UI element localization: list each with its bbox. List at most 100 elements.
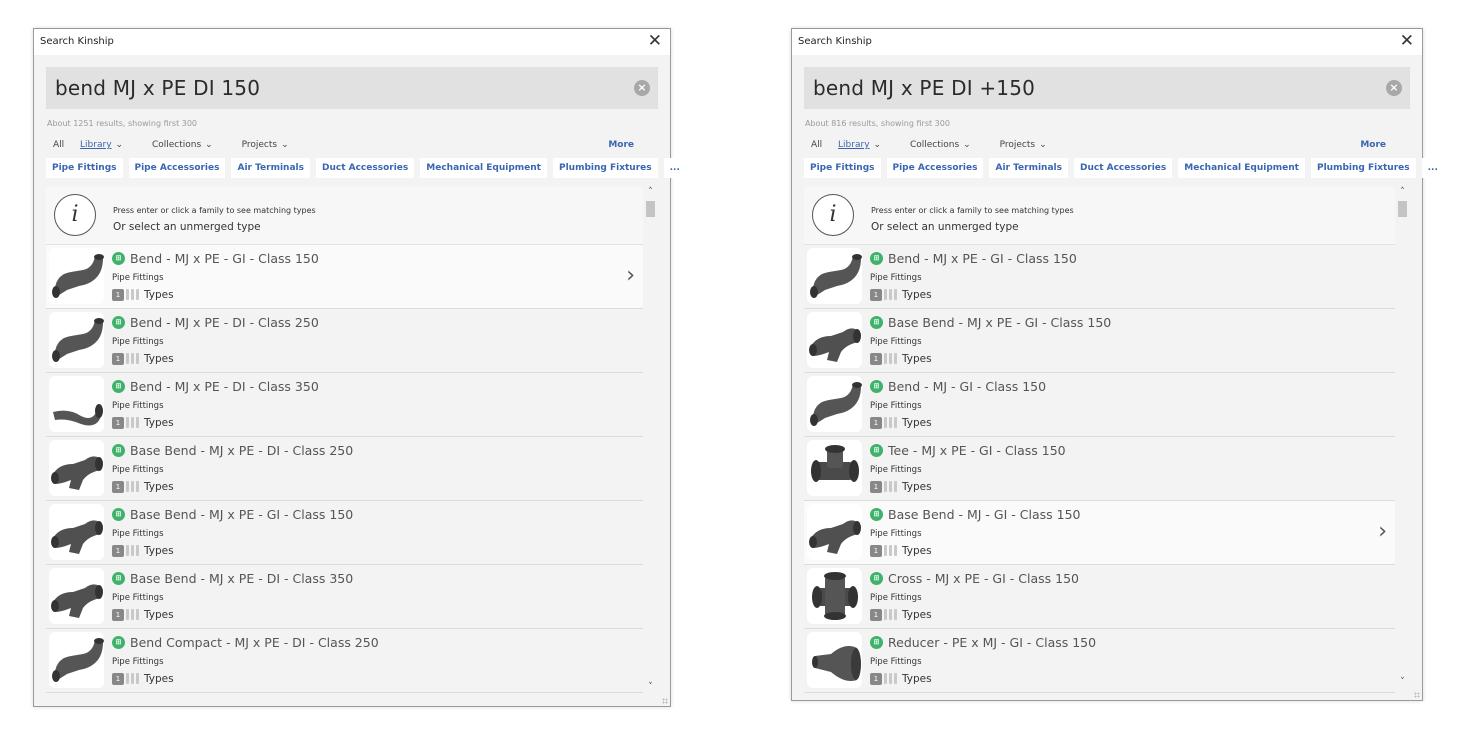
family-name: Base Bend - MJ x PE - GI - Class 150	[130, 507, 354, 522]
result-row[interactable]: ⊞ Base Bend - MJ x PE - GI - Class 150 Pip…	[46, 501, 643, 565]
clear-search-icon[interactable]: ×	[634, 80, 650, 96]
search-input[interactable]: bend MJ x PE DI 150 ×	[46, 67, 658, 109]
scroll-down-icon[interactable]: ˅	[1396, 677, 1409, 687]
category-chip[interactable]: Air Terminals	[989, 158, 1068, 178]
type-count: 1	[870, 288, 882, 301]
type-bar	[126, 289, 129, 300]
library-icon: ⊞	[112, 444, 125, 457]
result-row[interactable]: ⊞ Bend - MJ - GI - Class 150 Pipe Fittings…	[804, 373, 1395, 437]
types-label: Types	[144, 608, 174, 621]
category-chip[interactable]: Pipe Accessories	[128, 158, 226, 178]
result-row[interactable]: ⊞ Base Bend - MJ - GI - Class 150 Pipe Fit…	[804, 501, 1395, 565]
more-link[interactable]: More	[1360, 140, 1386, 150]
family-category: Pipe Fittings	[870, 465, 922, 475]
filter-bar: All Library ⌄ Collections ⌄ Projects ⌄	[53, 140, 315, 150]
filter-library[interactable]: Library ⌄	[838, 140, 894, 150]
title-bar[interactable]: Search Kinship ✕	[34, 29, 670, 55]
chevron-down-icon: ⌄	[1039, 140, 1047, 150]
results-summary: About 1251 results, showing first 300	[47, 119, 198, 128]
filter-all[interactable]: All	[811, 140, 822, 150]
scroll-up-icon[interactable]: ˄	[644, 187, 657, 197]
type-count: 1	[870, 608, 882, 621]
category-chip[interactable]: Duct Accessories	[315, 158, 415, 178]
family-name: Base Bend - MJ x PE - GI - Class 150	[888, 315, 1112, 330]
category-chips: Pipe Fittings Pipe Accessories Air Termina…	[804, 158, 1444, 178]
category-chip[interactable]: Duct Accessories	[1073, 158, 1173, 178]
result-row[interactable]: ⊞ Base Bend - MJ x PE - DI - Class 250 Pip…	[46, 437, 643, 501]
family-thumbnail	[49, 440, 104, 496]
result-row[interactable]: ⊞ Bend Compact - MJ x PE - DI - Class 250…	[46, 629, 643, 693]
family-category: Pipe Fittings	[870, 273, 922, 283]
more-categories-button[interactable]: ...	[1421, 158, 1444, 178]
filter-collections[interactable]: Collections ⌄	[910, 140, 984, 150]
type-bar	[136, 673, 139, 684]
search-query[interactable]: bend MJ x PE DI 150	[55, 76, 260, 100]
filter-all[interactable]: All	[53, 140, 64, 150]
category-chip[interactable]: Mechanical Equipment	[1178, 158, 1305, 178]
filter-projects[interactable]: Projects ⌄	[1000, 140, 1060, 150]
library-icon: ⊞	[870, 508, 883, 521]
scroll-thumb[interactable]	[646, 201, 655, 217]
close-icon[interactable]: ✕	[1400, 31, 1414, 51]
category-chip[interactable]: Mechanical Equipment	[420, 158, 547, 178]
resize-grip-icon[interactable]	[662, 698, 668, 704]
scrollbar[interactable]: ˄ ˅	[644, 187, 657, 692]
type-bar	[889, 609, 892, 620]
result-row[interactable]: ⊞ Tee - MJ x PE - GI - Class 150 Pipe Fitt…	[804, 437, 1395, 501]
scroll-thumb[interactable]	[1398, 201, 1407, 217]
result-row[interactable]: ⊞ Cross - MJ x PE - GI - Class 150 Pipe Fi…	[804, 565, 1395, 629]
type-bar	[889, 417, 892, 428]
family-thumbnail	[807, 568, 862, 624]
category-chip[interactable]: Pipe Fittings	[804, 158, 881, 178]
result-row[interactable]: ⊞ Bend - MJ x PE - DI - Class 250 Pipe Fit…	[46, 309, 643, 373]
clear-search-icon[interactable]: ×	[1386, 80, 1402, 96]
result-row[interactable]: ⊞ Bend - MJ x PE - GI - Class 150 Pipe Fit…	[804, 245, 1395, 309]
chevron-right-icon[interactable]: ›	[626, 263, 635, 288]
scroll-up-icon[interactable]: ˄	[1396, 187, 1409, 197]
type-count: 1	[870, 352, 882, 365]
result-row[interactable]: ⊞ Base Bend - MJ x PE - DI - Class 350 Pip…	[46, 565, 643, 629]
result-row[interactable]: ⊞ Base Bend - MJ x PE - GI - Class 150 Pip…	[804, 309, 1395, 373]
type-count: 1	[112, 544, 124, 557]
search-input[interactable]: bend MJ x PE DI +150 ×	[804, 67, 1410, 109]
types-indicator: 1 Types	[112, 544, 174, 557]
result-row[interactable]: ⊞ Bend - MJ x PE - GI - Class 150 Pipe Fit…	[46, 245, 643, 309]
category-chip[interactable]: Pipe Accessories	[886, 158, 984, 178]
resize-grip-icon[interactable]	[1414, 692, 1420, 698]
type-bar	[884, 673, 887, 684]
type-count: 1	[870, 672, 882, 685]
types-indicator: 1 Types	[870, 608, 932, 621]
types-indicator: 1 Types	[870, 288, 932, 301]
filter-projects[interactable]: Projects ⌄	[242, 140, 302, 150]
family-name: Base Bend - MJ x PE - DI - Class 350	[130, 571, 354, 586]
types-indicator: 1 Types	[112, 608, 174, 621]
chevron-right-icon[interactable]: ›	[1378, 519, 1387, 544]
result-row[interactable]: ⊞ Bend - MJ x PE - DI - Class 350 Pipe Fit…	[46, 373, 643, 437]
family-thumbnail	[49, 376, 104, 432]
chevron-down-icon: ⌄	[281, 140, 289, 150]
category-chip[interactable]: Plumbing Fixtures	[552, 158, 658, 178]
category-chip[interactable]: Air Terminals	[231, 158, 310, 178]
more-link[interactable]: More	[608, 140, 634, 150]
scrollbar[interactable]: ˄ ˅	[1396, 187, 1409, 687]
types-indicator: 1 Types	[870, 544, 932, 557]
family-name: Bend - MJ x PE - GI - Class 150	[130, 251, 319, 266]
type-bar	[131, 609, 134, 620]
filter-library[interactable]: Library ⌄	[80, 140, 136, 150]
result-row[interactable]: ⊞ Reducer - PE x MJ - GI - Class 150 Pipe …	[804, 629, 1395, 693]
filter-collections[interactable]: Collections ⌄	[152, 140, 226, 150]
types-indicator: 1 Types	[870, 672, 932, 685]
more-categories-button[interactable]: ...	[663, 158, 686, 178]
title-bar[interactable]: Search Kinship ✕	[792, 29, 1422, 55]
category-chip[interactable]: Pipe Fittings	[46, 158, 123, 178]
filter-bar: All Library ⌄ Collections ⌄ Projects ⌄	[811, 140, 1073, 150]
type-bar	[894, 353, 897, 364]
types-indicator: 1 Types	[112, 416, 174, 429]
family-category: Pipe Fittings	[112, 401, 164, 411]
scroll-down-icon[interactable]: ˅	[644, 682, 657, 692]
search-query[interactable]: bend MJ x PE DI +150	[813, 76, 1035, 100]
category-chip[interactable]: Plumbing Fixtures	[1310, 158, 1416, 178]
close-icon[interactable]: ✕	[648, 31, 662, 51]
search-window-left: Search Kinship ✕ bend MJ x PE DI 150 × A…	[33, 28, 686, 707]
type-bar	[136, 353, 139, 364]
